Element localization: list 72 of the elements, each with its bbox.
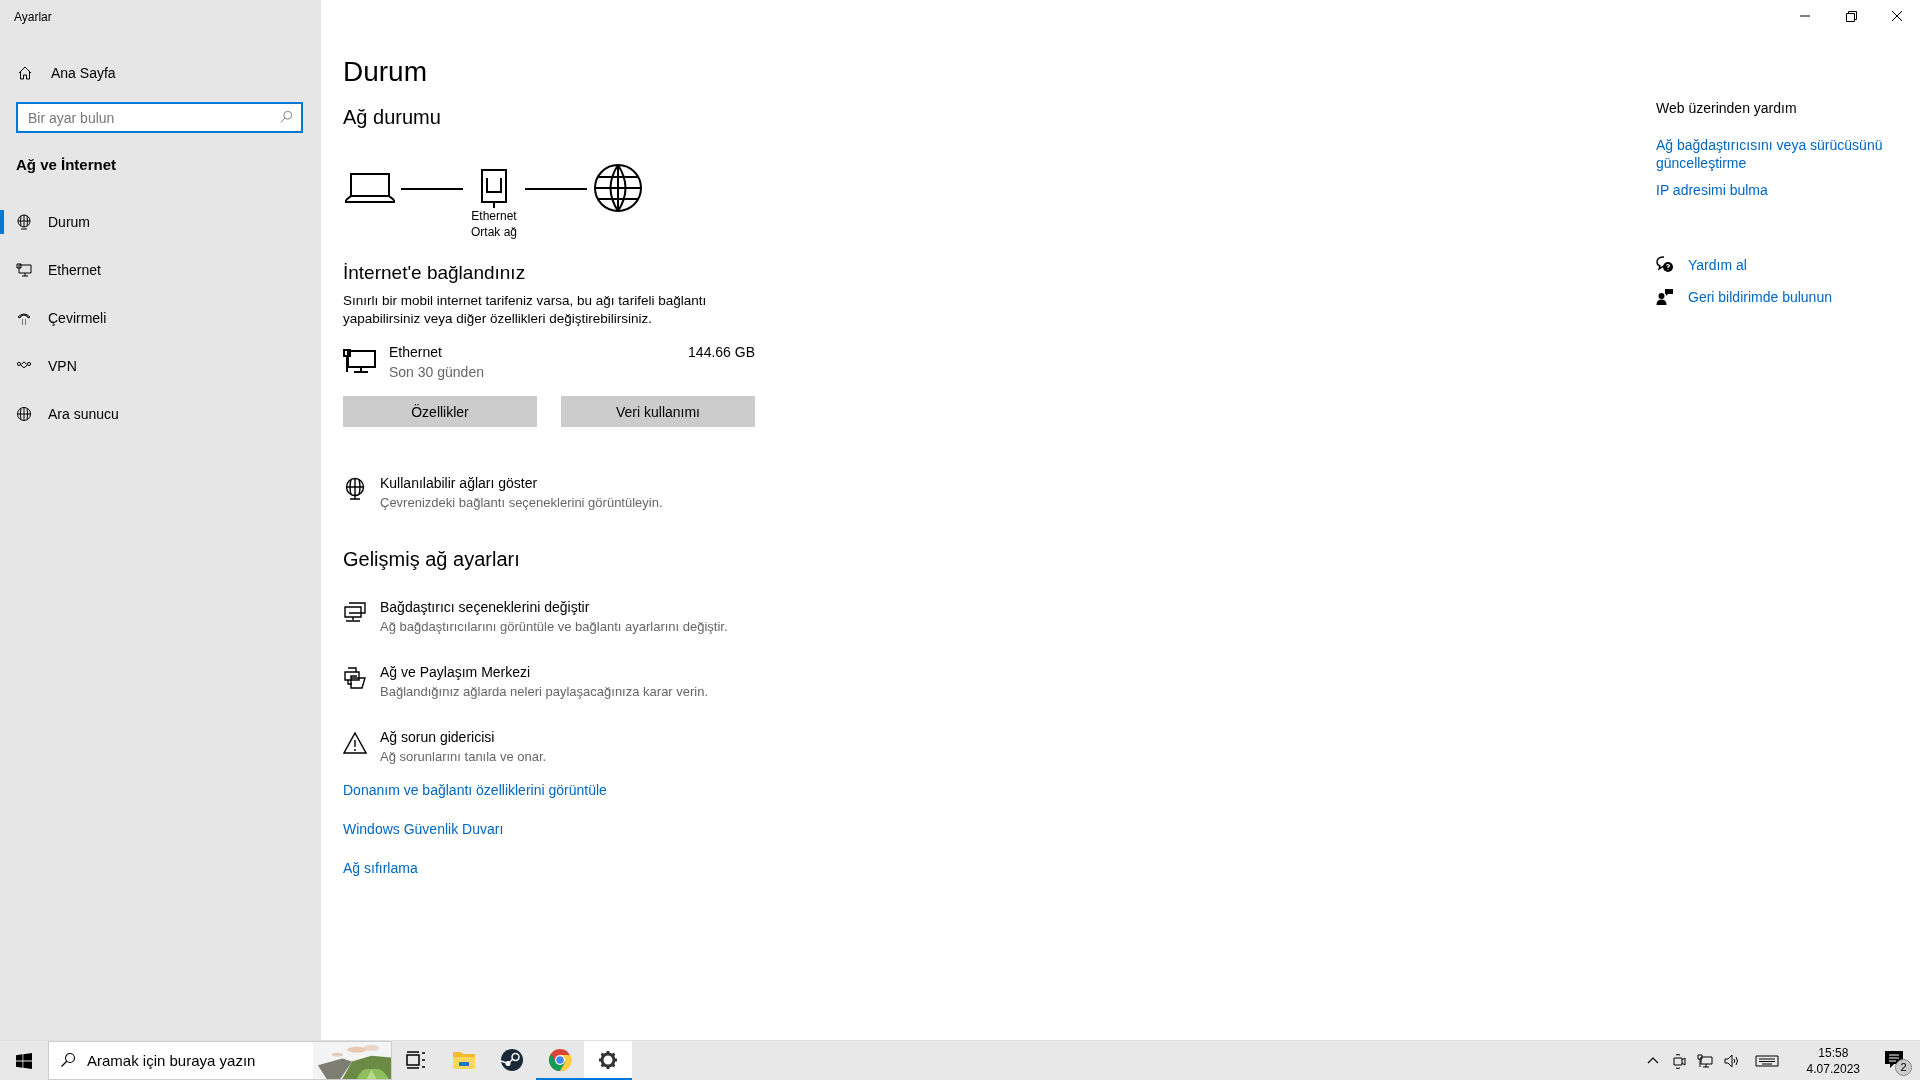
camera-icon[interactable] xyxy=(1670,1052,1687,1069)
clock-time: 15:58 xyxy=(1818,1044,1849,1061)
sidebar-item[interactable]: Ara sunucu xyxy=(0,390,321,438)
globe-monitor-icon xyxy=(343,477,367,501)
monitors-icon xyxy=(343,601,367,625)
ethernet-icon xyxy=(16,262,32,278)
help-action-link[interactable]: Geri bildirimde bulunun xyxy=(1688,289,1832,305)
speaker-icon[interactable] xyxy=(1722,1052,1739,1069)
steam-icon xyxy=(500,1047,524,1072)
section-heading: Ağ ve İnternet xyxy=(15,155,118,175)
adapter-name: Ethernet xyxy=(389,343,443,362)
connection-description: Sınırlı bir mobil internet tarifeniz varsa, bu ağı tarifeli bağlantı yapabilirsiniz veya diğer özellikleri değiştirebilirsiniz. xyxy=(343,292,708,328)
notification-count: 2 xyxy=(1895,1058,1912,1076)
sidebar-item[interactable]: VPN xyxy=(0,342,321,390)
network-type-label: Ortak ağ xyxy=(471,224,517,240)
windows-start-icon[interactable] xyxy=(16,1052,32,1069)
warning-icon xyxy=(343,731,367,755)
clock-date: 4.07.2023 xyxy=(1806,1060,1860,1077)
settings-link[interactable]: Windows Güvenlik Duvarı xyxy=(343,819,607,839)
setting-title: Bağdaştırıcı seçeneklerini değiştir xyxy=(380,598,591,617)
chat-question-icon xyxy=(1656,256,1674,274)
properties-button[interactable]: Özellikler xyxy=(343,396,537,427)
usage-period: Son 30 günden xyxy=(389,363,485,382)
connection-line xyxy=(401,188,463,190)
home-icon xyxy=(17,65,33,81)
setting-description: Ağ sorunlarını tanıla ve onar. xyxy=(380,748,547,766)
settings-link[interactable]: Ağ sıfırlama xyxy=(343,858,607,878)
page-title: Durum xyxy=(343,56,427,88)
clock[interactable]: 15:58 4.07.2023 xyxy=(1806,1044,1860,1077)
connection-heading: İnternet'e bağlandınız xyxy=(343,262,526,284)
globe-icon xyxy=(16,406,32,422)
sidebar-item[interactable]: Ethernet xyxy=(0,246,321,294)
setting-title: Kullanılabilir ağları göster xyxy=(380,474,539,493)
help-action-link[interactable]: Yardım al xyxy=(1688,257,1747,273)
sidebar-item[interactable]: Çevirmeli xyxy=(0,294,321,342)
help-heading: Web üzerinden yardım xyxy=(1656,100,1797,116)
globe-monitor-icon xyxy=(16,214,32,230)
phone-icon xyxy=(16,310,32,326)
laptop-icon xyxy=(345,172,395,204)
window-title: Ayarlar xyxy=(13,9,53,26)
ethernet-port-icon xyxy=(480,168,508,208)
search-field[interactable]: Bir ayar bulun xyxy=(16,102,303,133)
home-link[interactable]: Ana Sayfa xyxy=(0,32,321,84)
setting-description: Çevrenizdeki bağlantı seçeneklerini görüntüleyin. xyxy=(380,494,663,512)
search-icon xyxy=(60,1052,76,1068)
setting-item[interactable]: Ağ ve Paylaşım Merkezi Bağlandığınız ağlarda neleri paylaşacağınıza karar verin. xyxy=(343,662,709,701)
sidebar-item[interactable]: Durum xyxy=(0,198,321,246)
keyboard-icon[interactable] xyxy=(1754,1052,1779,1069)
ethernet-icon[interactable] xyxy=(1696,1052,1713,1069)
data-usage: 144.66 GB xyxy=(688,343,755,362)
chrome-icon xyxy=(548,1047,572,1072)
search-icon xyxy=(279,110,293,124)
setting-description: Ağ bağdaştırıcılarını görüntüle ve bağlantı ayarlarını değiştir. xyxy=(380,618,728,636)
setting-title: Ağ ve Paylaşım Merkezi xyxy=(380,663,532,682)
ethernet-icon xyxy=(343,348,377,374)
taskbar-app[interactable] xyxy=(584,1041,632,1080)
setting-item[interactable]: Bağdaştırıcı seçeneklerini değiştir Ağ bağdaştırıcılarını görüntüle ve bağlantı ayarlarını değiştir. xyxy=(343,597,728,636)
connection-line xyxy=(525,188,587,190)
section-heading: Ağ durumu xyxy=(343,106,441,129)
show-networks-item[interactable]: Kullanılabilir ağları göster Çevrenizdeki bağlantı seçeneklerini görüntüleyin. xyxy=(343,473,663,512)
settings-link[interactable]: Donanım ve bağlantı özelliklerini görüntüle xyxy=(343,780,607,800)
help-link[interactable]: Ağ bağdaştırıcısını veya sürücüsünü güncelleştirme xyxy=(1656,136,1906,172)
section-heading: Gelişmiş ağ ayarları xyxy=(343,548,520,571)
adapter-label: Ethernet xyxy=(471,208,517,224)
data-usage-button[interactable]: Veri kullanımı xyxy=(561,396,755,427)
globe-icon xyxy=(593,163,643,213)
printer-folder-icon xyxy=(343,666,367,690)
setting-title: Ağ sorun gidericisi xyxy=(380,728,496,747)
person-feedback-icon xyxy=(1656,288,1674,306)
help-link[interactable]: IP adresimi bulma xyxy=(1656,181,1768,199)
setting-item[interactable]: Ağ sorun gidericisi Ağ sorunlarını tanıla ve onar. xyxy=(343,727,547,766)
setting-description: Bağlandığınız ağlarda neleri paylaşacağınıza karar verin. xyxy=(380,683,709,701)
